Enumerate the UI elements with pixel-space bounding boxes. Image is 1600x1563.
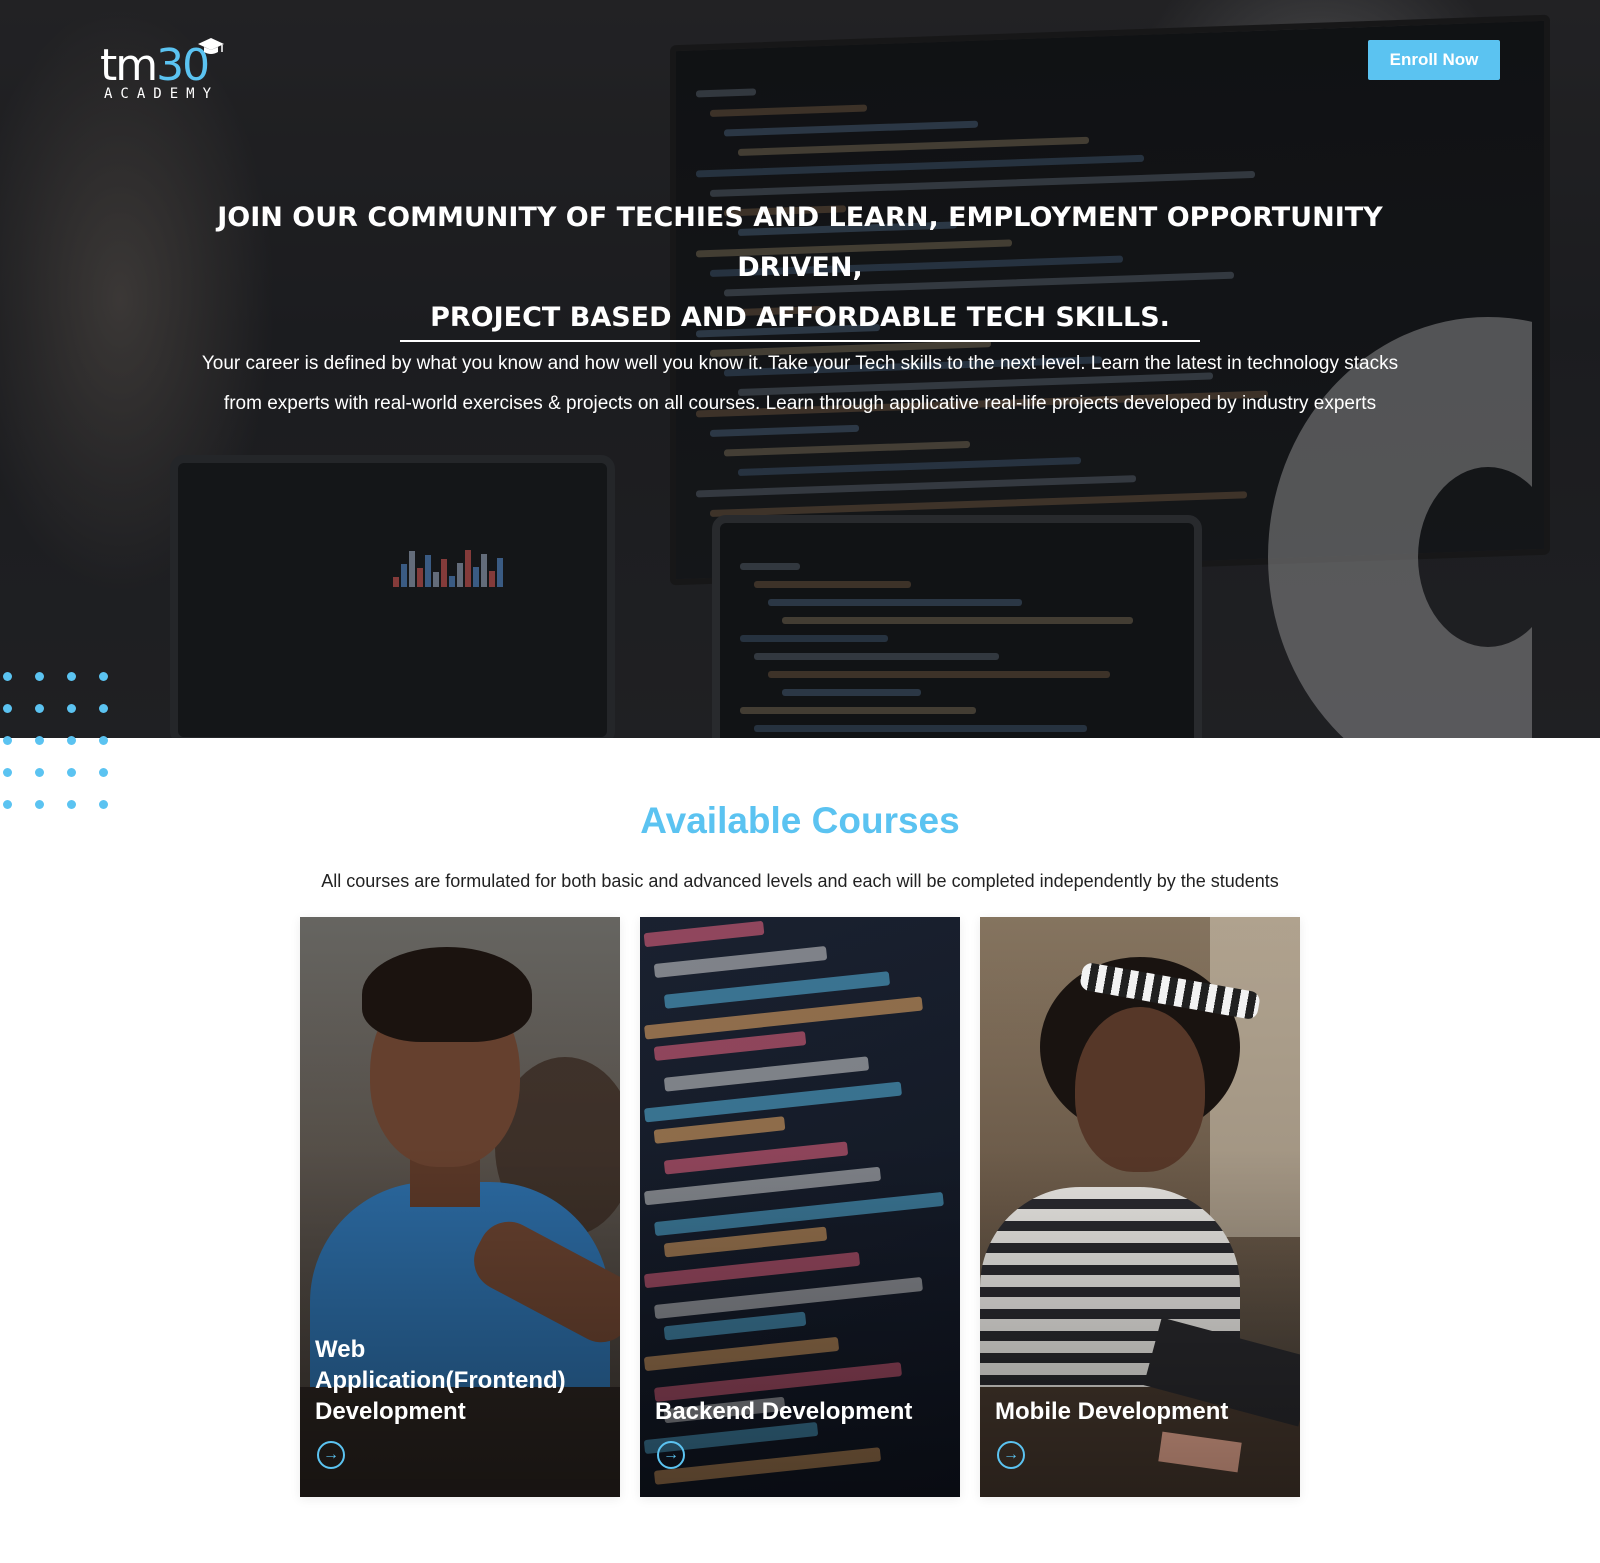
decorative-dot <box>35 736 44 745</box>
graduation-cap-icon <box>198 38 224 54</box>
arrow-right-circle-icon[interactable]: → <box>657 1441 685 1469</box>
decorative-dot <box>99 672 108 681</box>
hero-description: Your career is defined by what you know … <box>201 353 1399 414</box>
arrow-right-circle-icon[interactable]: → <box>997 1441 1025 1469</box>
course-card-title: Mobile Development <box>995 1398 1229 1425</box>
course-card-title: Web Application(Frontend) Development <box>315 1336 566 1425</box>
arrow-right-circle-icon[interactable]: → <box>317 1441 345 1469</box>
decorative-dot <box>3 768 12 777</box>
decorative-dot <box>35 672 44 681</box>
decorative-dot <box>99 704 108 713</box>
decorative-dot <box>67 768 76 777</box>
course-card-frontend[interactable]: Web Application(Frontend) Development → <box>300 917 620 1497</box>
logo-text: tm <box>100 40 158 91</box>
courses-title: Available Courses <box>640 800 960 841</box>
course-card-title: Backend Development <box>655 1398 913 1425</box>
enroll-now-button[interactable]: Enroll Now <box>1368 40 1500 80</box>
hero-title-line-1: JOIN OUR COMMUNITY OF TECHIES AND LEARN,… <box>217 202 1383 283</box>
decorative-dot <box>67 672 76 681</box>
courses-subtitle: All courses are formulated for both basi… <box>321 871 1279 891</box>
logo-subtext: ACADEMY <box>104 86 220 102</box>
decorative-dot <box>3 736 12 745</box>
decorative-dot <box>99 736 108 745</box>
decorative-dot <box>35 768 44 777</box>
decorative-dot <box>67 704 76 713</box>
decorative-dot <box>3 704 12 713</box>
tm30-academy-logo[interactable]: tm30 ACADEMY <box>100 38 230 106</box>
decorative-dot <box>35 704 44 713</box>
decorative-dot <box>3 672 12 681</box>
course-card-backend[interactable]: Backend Development → <box>640 917 960 1497</box>
decorative-dot <box>99 768 108 777</box>
hero-title: JOIN OUR COMMUNITY OF TECHIES AND LEARN,… <box>150 193 1450 343</box>
hero-divider <box>400 340 1200 342</box>
decorative-dot <box>67 736 76 745</box>
hero-title-line-2: PROJECT BASED AND AFFORDABLE TECH SKILLS… <box>430 302 1170 333</box>
course-card-mobile[interactable]: Mobile Development → <box>980 917 1300 1497</box>
hero-section: tm30 ACADEMY Enroll Now JOIN OUR COMMUNI… <box>0 0 1600 738</box>
